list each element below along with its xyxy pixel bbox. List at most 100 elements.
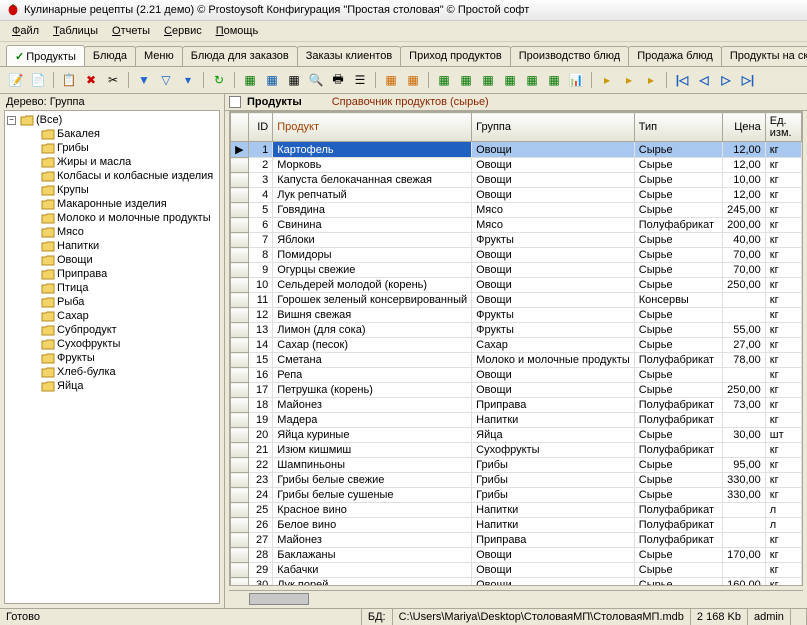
new-icon[interactable]: 📄 — [28, 70, 48, 90]
cell-group[interactable]: Грибы — [472, 458, 635, 473]
cell-group[interactable]: Овощи — [472, 188, 635, 203]
cell-type[interactable]: Консервы — [634, 293, 722, 308]
cell-group[interactable]: Овощи — [472, 563, 635, 578]
cell-type[interactable]: Полуфабрикат — [634, 353, 722, 368]
cell-product[interactable]: Картофель — [273, 142, 472, 158]
cell-price[interactable]: 78,00 — [723, 353, 766, 368]
cell-unit[interactable]: кг — [765, 188, 801, 203]
export-word-icon[interactable]: ▦ — [262, 70, 282, 90]
cut-icon[interactable]: ✂ — [103, 70, 123, 90]
cell-unit[interactable]: кг — [765, 353, 801, 368]
tree-item[interactable]: Субпродукт — [7, 323, 217, 337]
cell-group[interactable]: Напитки — [472, 503, 635, 518]
horizontal-scrollbar[interactable] — [229, 590, 803, 606]
cell-group[interactable]: Напитки — [472, 413, 635, 428]
cell-type[interactable]: Сырье — [634, 188, 722, 203]
cell-group[interactable]: Молоко и молочные продукты — [472, 353, 635, 368]
cell-type[interactable]: Полуфабрикат — [634, 443, 722, 458]
cell-id[interactable]: 16 — [248, 368, 273, 383]
expander-icon[interactable]: − — [7, 116, 16, 125]
cell-product[interactable]: Сельдерей молодой (корень) — [273, 278, 472, 293]
cell-price[interactable]: 10,00 — [723, 173, 766, 188]
cell-product[interactable]: Репа — [273, 368, 472, 383]
tab-6[interactable]: Производство блюд — [510, 46, 629, 66]
tree-icon[interactable]: ☰ — [350, 70, 370, 90]
cell-unit[interactable]: кг — [765, 158, 801, 173]
cell-id[interactable]: 4 — [248, 188, 273, 203]
cell-unit[interactable]: кг — [765, 233, 801, 248]
menu-2[interactable]: Отчеты — [106, 23, 156, 39]
col-price[interactable]: Цена — [723, 113, 766, 142]
tree-item[interactable]: Сахар — [7, 309, 217, 323]
cell-type[interactable]: Сырье — [634, 338, 722, 353]
table-row[interactable]: 14Сахар (песок)СахарСырье27,00кг — [231, 338, 802, 353]
cell-product[interactable]: Огурцы свежие — [273, 263, 472, 278]
tree-item[interactable]: Мясо — [7, 225, 217, 239]
nav-first-icon[interactable]: |◁ — [672, 70, 692, 90]
tree-item[interactable]: Макаронные изделия — [7, 197, 217, 211]
cell-price[interactable] — [723, 368, 766, 383]
cell-price[interactable] — [723, 443, 766, 458]
refresh-icon[interactable]: ↻ — [209, 70, 229, 90]
cell-price[interactable]: 250,00 — [723, 278, 766, 293]
cell-product[interactable]: Говядина — [273, 203, 472, 218]
cell-group[interactable]: Фрукты — [472, 233, 635, 248]
cell-type[interactable]: Полуфабрикат — [634, 218, 722, 233]
cell-group[interactable]: Приправа — [472, 533, 635, 548]
col-unit[interactable]: Ед. изм. — [765, 113, 801, 142]
cell-id[interactable]: 1 — [248, 142, 273, 158]
cell-price[interactable]: 330,00 — [723, 473, 766, 488]
cell-product[interactable]: Яйца куриные — [273, 428, 472, 443]
cell-group[interactable]: Овощи — [472, 142, 635, 158]
cell-product[interactable]: Яблоки — [273, 233, 472, 248]
table-row[interactable]: 8ПомидорыОвощиСырье70,00кг — [231, 248, 802, 263]
cell-type[interactable]: Сырье — [634, 383, 722, 398]
table-row[interactable]: 24Грибы белые сушеныеГрибыСырье330,00кг — [231, 488, 802, 503]
cell-id[interactable]: 7 — [248, 233, 273, 248]
cell-group[interactable]: Фрукты — [472, 308, 635, 323]
filter-add-icon[interactable]: ▾ — [178, 70, 198, 90]
cell-product[interactable]: Майонез — [273, 398, 472, 413]
cell-type[interactable]: Полуфабрикат — [634, 413, 722, 428]
tree-item[interactable]: Грибы — [7, 141, 217, 155]
cell-unit[interactable]: кг — [765, 308, 801, 323]
tree-item[interactable]: Птица — [7, 281, 217, 295]
cell-type[interactable]: Сырье — [634, 368, 722, 383]
cell-id[interactable]: 13 — [248, 323, 273, 338]
table-row[interactable]: 22ШампиньоныГрибыСырье95,00кг — [231, 458, 802, 473]
tree-item[interactable]: Жиры и масла — [7, 155, 217, 169]
cell-id[interactable]: 18 — [248, 398, 273, 413]
cell-group[interactable]: Сахар — [472, 338, 635, 353]
cell-unit[interactable]: кг — [765, 368, 801, 383]
view2-icon[interactable]: ▦ — [456, 70, 476, 90]
cell-id[interactable]: 27 — [248, 533, 273, 548]
cell-type[interactable]: Сырье — [634, 458, 722, 473]
cell-unit[interactable]: кг — [765, 173, 801, 188]
export-excel-icon[interactable]: ▦ — [240, 70, 260, 90]
table-row[interactable]: 4Лук репчатыйОвощиСырье12,00кг — [231, 188, 802, 203]
cell-group[interactable]: Сухофрукты — [472, 443, 635, 458]
cell-price[interactable]: 40,00 — [723, 233, 766, 248]
row-header-col[interactable] — [231, 113, 249, 142]
table-row[interactable]: 13Лимон (для сока)ФруктыСырье55,00кг — [231, 323, 802, 338]
cell-unit[interactable]: кг — [765, 323, 801, 338]
cell-product[interactable]: Грибы белые сушеные — [273, 488, 472, 503]
cell-group[interactable]: Овощи — [472, 263, 635, 278]
cell-group[interactable]: Овощи — [472, 278, 635, 293]
table-row[interactable]: 12Вишня свежаяФруктыСырьекг — [231, 308, 802, 323]
table-row[interactable]: 23Грибы белые свежиеГрибыСырье330,00кг — [231, 473, 802, 488]
cell-price[interactable]: 70,00 — [723, 263, 766, 278]
cell-unit[interactable]: кг — [765, 142, 801, 158]
tree-item[interactable]: Приправа — [7, 267, 217, 281]
cell-product[interactable]: Шампиньоны — [273, 458, 472, 473]
table-row[interactable]: 6СвининаМясоПолуфабрикат200,00кг — [231, 218, 802, 233]
copy-icon[interactable]: 📋 — [59, 70, 79, 90]
cell-price[interactable]: 250,00 — [723, 383, 766, 398]
cell-price[interactable]: 30,00 — [723, 428, 766, 443]
grid2-icon[interactable]: ▦ — [403, 70, 423, 90]
cell-type[interactable]: Полуфабрикат — [634, 518, 722, 533]
cell-product[interactable]: Вишня свежая — [273, 308, 472, 323]
cell-id[interactable]: 17 — [248, 383, 273, 398]
cell-price[interactable]: 27,00 — [723, 338, 766, 353]
cell-product[interactable]: Капуста белокачанная свежая — [273, 173, 472, 188]
